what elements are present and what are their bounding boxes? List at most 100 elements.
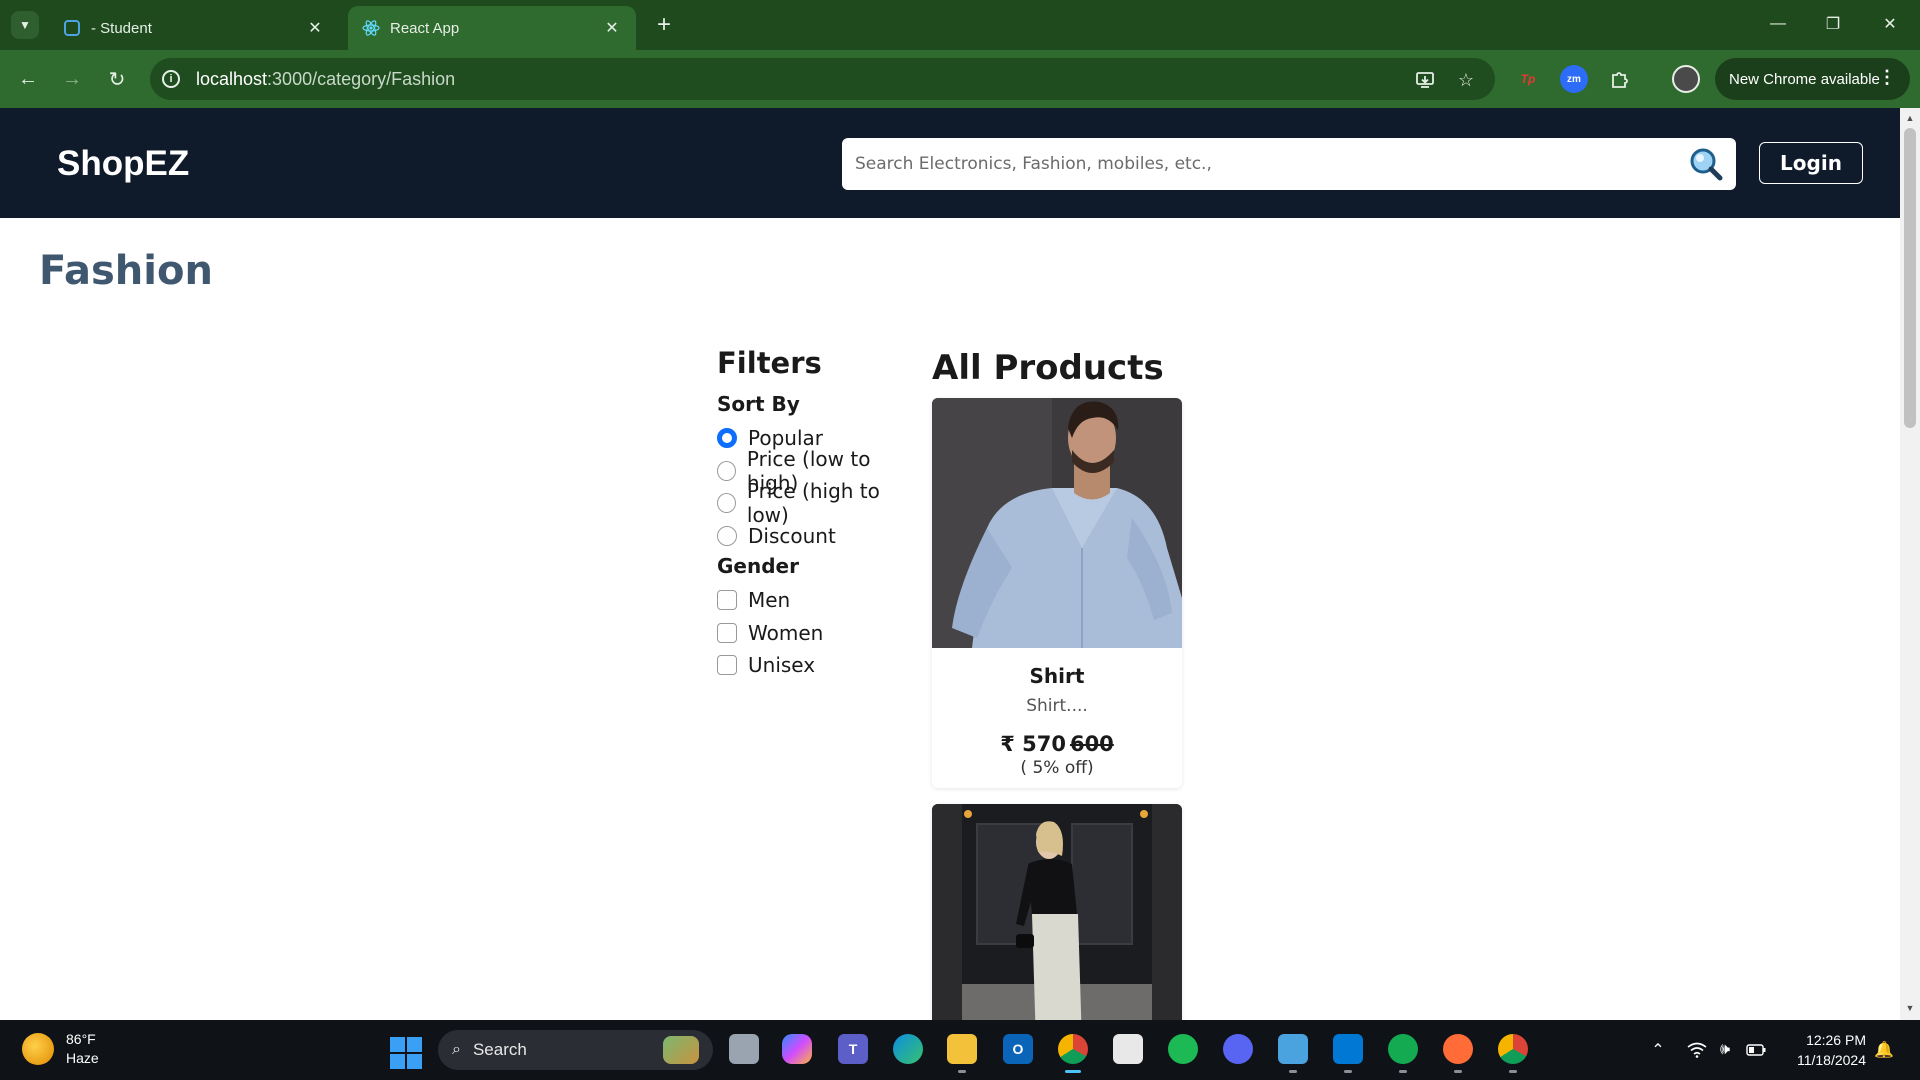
taskbar: 86°F Haze ⌕ Search T O ⌃ 🕪 12:26 PM 11/1… <box>0 1020 1920 1080</box>
product-card[interactable]: Shirt Shirt.... ₹ 570 600 ( 5% off) <box>932 398 1182 788</box>
url-host: localhost <box>196 68 268 89</box>
checkbox[interactable] <box>717 590 737 611</box>
profile-avatar[interactable] <box>1672 65 1700 93</box>
site-header: ShopEZ Login <box>0 108 1900 218</box>
radio-button[interactable] <box>717 460 736 481</box>
sort-option-price-high-low[interactable]: Price (high to low) <box>717 479 917 527</box>
product-card[interactable] <box>932 804 1182 1020</box>
teams-icon[interactable]: T <box>838 1034 868 1064</box>
close-tab-icon[interactable]: ✕ <box>305 18 325 38</box>
tab-student[interactable]: - Student ✕ <box>49 6 339 50</box>
notification-bell-icon[interactable]: 🔔 <box>1873 1038 1895 1062</box>
weather-haze-icon <box>22 1033 54 1065</box>
show-hidden-icons-chevron-icon[interactable]: ⌃ <box>1647 1038 1669 1062</box>
battery-icon[interactable] <box>1745 1038 1767 1062</box>
volume-icon[interactable]: 🕪 <box>1714 1038 1736 1062</box>
scroll-up-icon[interactable]: ▲ <box>1900 110 1920 126</box>
weather-temperature: 86°F <box>66 1031 96 1047</box>
search-input[interactable] <box>842 138 1676 190</box>
restore-icon[interactable]: ❐ <box>1813 9 1853 39</box>
taskbar-search[interactable]: ⌕ Search <box>438 1030 713 1070</box>
chrome-update-label: New Chrome available <box>1729 70 1880 88</box>
edge-icon[interactable] <box>893 1034 923 1064</box>
student-favicon-icon <box>63 19 81 37</box>
file-explorer-icon[interactable] <box>947 1034 977 1073</box>
tab-react-app[interactable]: React App ✕ <box>348 6 636 50</box>
checkbox[interactable] <box>717 655 737 676</box>
chrome-profile-icon[interactable] <box>1498 1034 1528 1073</box>
clock-date: 11/18/2024 <box>1796 1052 1866 1068</box>
products-heading: All Products <box>932 348 1164 388</box>
wifi-icon[interactable] <box>1686 1038 1708 1062</box>
search-icon: ⌕ <box>452 1041 461 1058</box>
page-scrollbar[interactable]: ▲ ▼ <box>1900 108 1920 1020</box>
vscode-icon[interactable] <box>1333 1034 1363 1073</box>
copilot-icon[interactable] <box>782 1034 812 1064</box>
forward-arrow-icon[interactable]: → <box>56 63 88 95</box>
reload-icon[interactable]: ↻ <box>101 63 133 95</box>
windows-start-icon[interactable] <box>390 1037 422 1069</box>
url-path: :3000/category/Fashion <box>267 68 456 89</box>
login-button[interactable]: Login <box>1759 142 1863 184</box>
scroll-down-icon[interactable]: ▼ <box>1900 1000 1920 1016</box>
running-indicator <box>1399 1070 1407 1073</box>
search-bar <box>842 138 1736 190</box>
discord-icon[interactable] <box>1223 1034 1253 1064</box>
address-bar[interactable]: i localhost:3000/category/Fashion ☆ <box>150 58 1495 100</box>
notepad-icon[interactable] <box>1278 1034 1308 1073</box>
gender-option-women[interactable]: Women <box>717 617 917 650</box>
checkbox[interactable] <box>717 622 737 643</box>
page-title: Fashion <box>39 248 213 294</box>
mongodb-compass-icon[interactable] <box>1388 1034 1418 1073</box>
install-app-icon[interactable] <box>1412 67 1438 93</box>
product-description: Shirt.... <box>1026 696 1088 716</box>
option-label: Men <box>748 588 791 613</box>
bookmark-star-icon[interactable]: ☆ <box>1453 67 1479 93</box>
spotify-icon[interactable] <box>1168 1034 1198 1064</box>
radio-button[interactable] <box>717 428 737 449</box>
back-arrow-icon[interactable]: ← <box>12 63 44 95</box>
search-icon[interactable] <box>1676 138 1736 190</box>
tp-extension-icon[interactable]: Tp <box>1514 65 1542 93</box>
tab-search-chevron-icon[interactable]: ▼ <box>11 11 39 39</box>
running-indicator <box>1289 1070 1297 1073</box>
clock-time: 12:26 PM <box>1806 1032 1866 1048</box>
chrome-icon[interactable] <box>1058 1034 1088 1073</box>
option-label: Price (high to low) <box>746 479 880 528</box>
minimize-icon[interactable]: — <box>1758 9 1798 39</box>
gender-option-unisex[interactable]: Unisex <box>717 649 917 682</box>
browser-tab-strip: ▼ - Student ✕ React App ✕ + — ❐ ✕ <box>0 0 1920 50</box>
extensions-puzzle-icon[interactable] <box>1605 65 1633 93</box>
close-tab-icon[interactable]: ✕ <box>602 18 622 38</box>
react-favicon-icon <box>362 19 380 37</box>
running-indicator <box>958 1070 966 1073</box>
weather-condition: Haze <box>66 1050 99 1066</box>
product-image-shirt[interactable] <box>932 398 1182 648</box>
close-window-icon[interactable]: ✕ <box>1870 9 1910 39</box>
zoom-extension-icon[interactable]: zm <box>1560 65 1588 93</box>
more-menu-icon[interactable]: ⋮ <box>1878 67 1896 88</box>
radio-button[interactable] <box>717 493 736 514</box>
product-image-dress[interactable] <box>932 804 1182 1020</box>
taskbar-search-label: Search <box>472 1040 527 1059</box>
weather-widget[interactable]: 86°F Haze <box>22 1030 99 1068</box>
brand-logo[interactable]: ShopEZ <box>57 144 189 184</box>
microsoft-store-icon[interactable] <box>1113 1034 1143 1064</box>
chrome-update-button[interactable]: New Chrome available ⋮ <box>1715 58 1910 100</box>
system-clock[interactable]: 12:26 PM 11/18/2024 <box>1778 1030 1866 1070</box>
current-price: ₹ 570 <box>1000 732 1066 756</box>
postman-icon[interactable] <box>1443 1034 1473 1073</box>
outlook-icon[interactable]: O <box>1003 1034 1033 1064</box>
radio-button[interactable] <box>717 525 737 546</box>
task-view-icon[interactable] <box>729 1034 759 1064</box>
tab-title: React App <box>390 19 460 37</box>
sort-by-heading: Sort By <box>717 392 800 416</box>
browser-toolbar: ← → ↻ i localhost:3000/category/Fashion … <box>0 50 1920 108</box>
page-viewport: ShopEZ Login Fashion Filters Sort By Pop… <box>0 108 1900 1020</box>
scrollbar-thumb[interactable] <box>1904 128 1916 428</box>
url-text: localhost:3000/category/Fashion <box>196 69 455 90</box>
new-tab-plus-icon[interactable]: + <box>650 11 678 39</box>
gender-option-men[interactable]: Men <box>717 584 917 617</box>
site-info-icon[interactable]: i <box>150 58 192 100</box>
option-label: Women <box>748 620 824 645</box>
